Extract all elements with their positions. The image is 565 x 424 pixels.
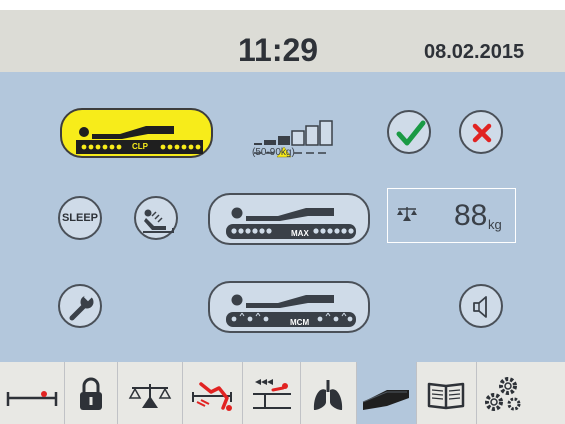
confirm-button[interactable] (387, 110, 431, 154)
checkmark-icon (396, 120, 426, 146)
sleep-label: SLEEP (61, 212, 99, 224)
wrench-icon (69, 292, 94, 321)
lungs-icon (313, 380, 343, 410)
sleep-button[interactable]: SLEEP (58, 196, 102, 240)
clock-time: 11:29 (238, 32, 319, 68)
scale-icon (128, 384, 172, 408)
header-bar: 11:29 08.02.2015 (0, 10, 565, 73)
top-strip (0, 0, 565, 10)
recline-button[interactable] (134, 196, 178, 240)
weight-display: 88 kg (387, 188, 516, 243)
tab-lock[interactable] (65, 362, 118, 424)
bed-control-screen: 11:29 08.02.2015 CLP (50-90kg) SLEEP MAX… (0, 0, 565, 424)
patient-position-icon (253, 379, 291, 409)
tab-lungs[interactable] (301, 362, 357, 424)
weight-range-label: (50-90kg) (252, 147, 295, 158)
bed-flat-icon (6, 391, 58, 406)
sound-button[interactable] (459, 284, 503, 328)
bottom-tab-bar (0, 362, 565, 424)
tab-settings[interactable] (477, 362, 525, 424)
mcm-label: MCM (290, 318, 310, 327)
clp-mattress-icon (76, 126, 203, 154)
weight-unit: kg (488, 217, 502, 232)
main-panel: CLP (50-90kg) SLEEP MAX 88 kg MCM (0, 72, 565, 362)
patient-exit-alarm-icon (192, 382, 232, 411)
tab-bed-position[interactable] (0, 362, 65, 424)
close-icon (472, 123, 492, 143)
max-mattress-icon (226, 207, 356, 239)
mcm-mattress-icon (226, 294, 356, 327)
clp-mode-button[interactable]: CLP (60, 108, 213, 158)
speaker-icon (473, 296, 487, 318)
gears-icon (485, 377, 521, 411)
tab-exit-alarm[interactable] (183, 362, 243, 424)
max-label: MAX (291, 229, 309, 238)
cancel-button[interactable] (459, 110, 503, 154)
recline-patient-icon (143, 209, 174, 233)
mcm-mode-button[interactable]: MCM (208, 281, 370, 333)
mattress-icon (362, 390, 409, 410)
clp-label: CLP (132, 142, 148, 151)
tab-mattress[interactable] (357, 362, 417, 424)
weight-value: 88 (454, 199, 488, 232)
tab-scale[interactable] (118, 362, 183, 424)
book-icon (427, 382, 465, 410)
tab-manual[interactable] (417, 362, 477, 424)
service-button[interactable] (58, 284, 102, 328)
padlock-icon (80, 377, 102, 410)
max-mode-button[interactable]: MAX (208, 193, 370, 245)
tab-patient-position[interactable] (243, 362, 301, 424)
scale-icon (397, 207, 417, 221)
current-date: 08.02.2015 (424, 41, 525, 63)
